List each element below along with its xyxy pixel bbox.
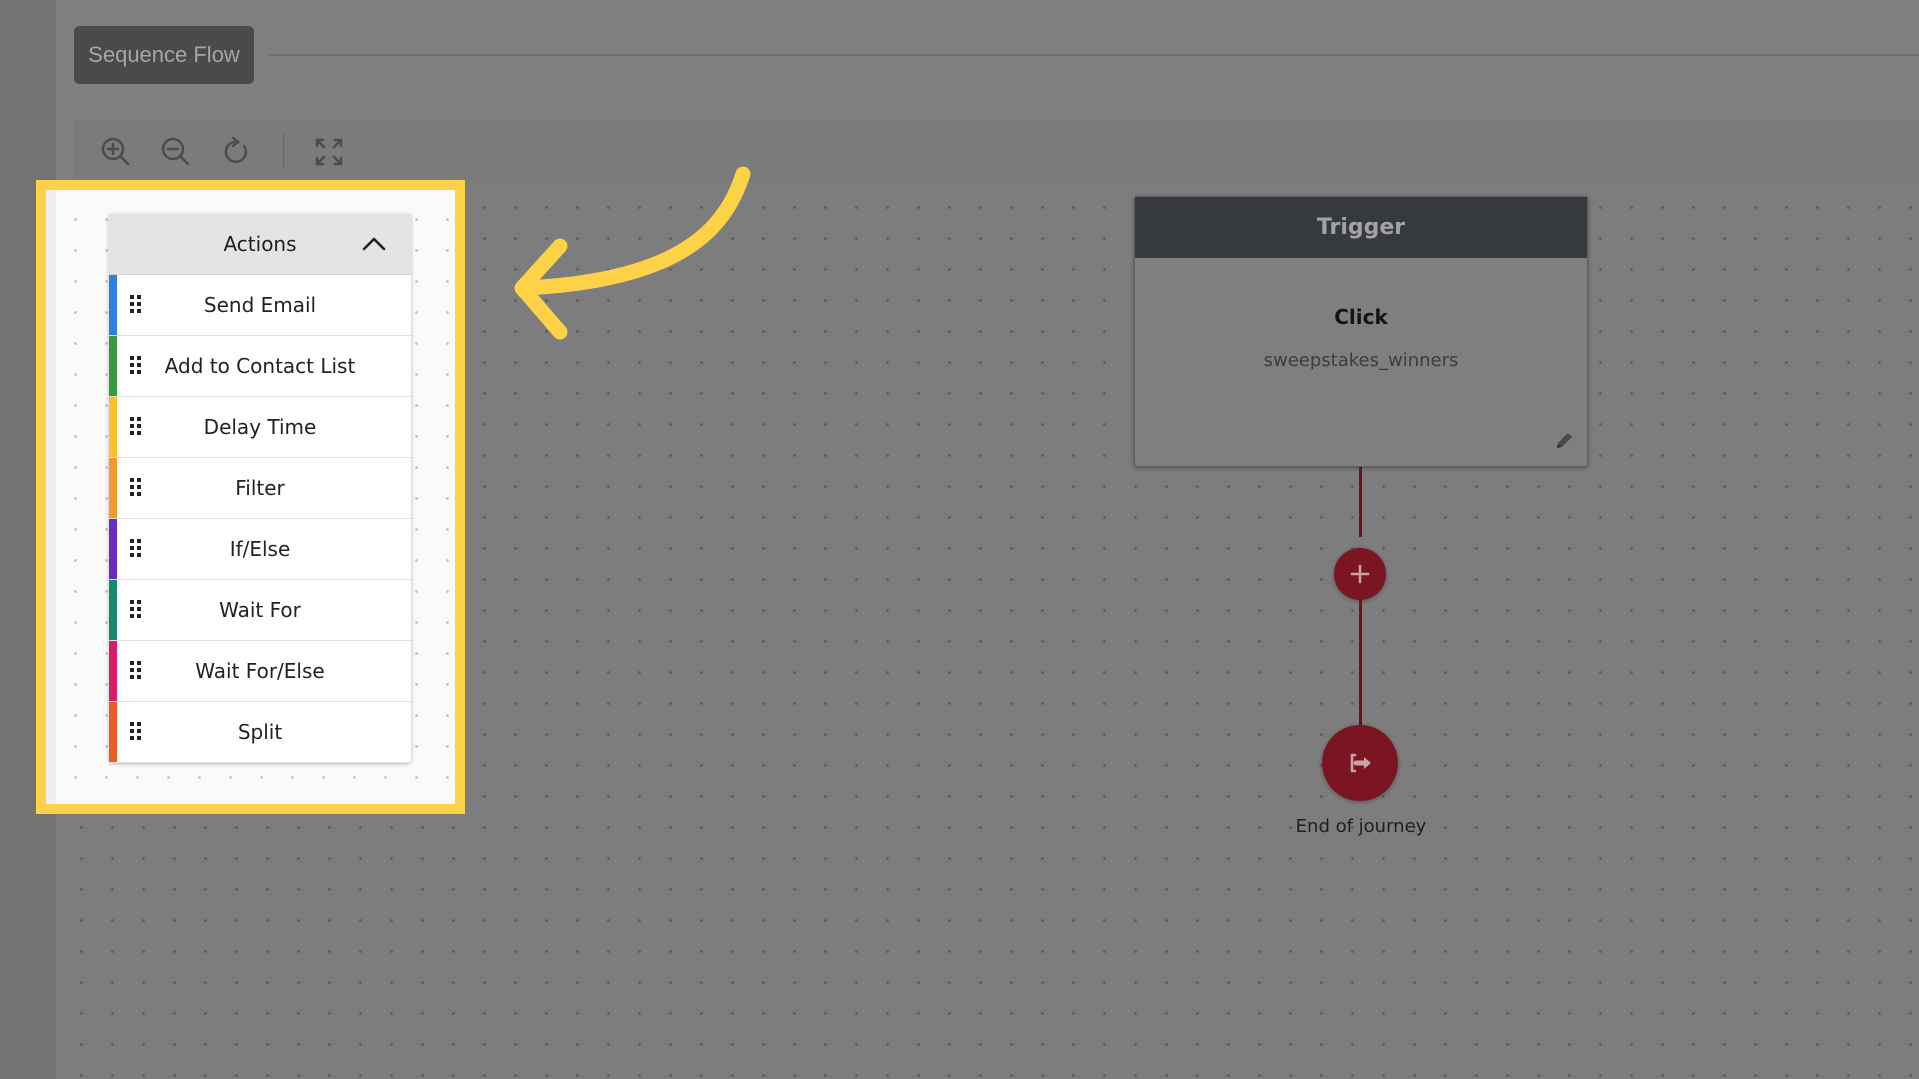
plus-icon <box>1350 564 1370 584</box>
actions-header[interactable]: Actions <box>109 214 411 275</box>
action-filter[interactable]: Filter <box>109 458 411 519</box>
action-wait-for-else[interactable]: Wait For/Else <box>109 641 411 702</box>
add-step-button[interactable] <box>1334 548 1386 600</box>
action-label: Filter <box>235 476 285 500</box>
action-label: Wait For/Else <box>195 659 325 683</box>
fullscreen-icon[interactable] <box>309 132 349 172</box>
action-delay-time[interactable]: Delay Time <box>109 397 411 458</box>
end-of-journey-node[interactable] <box>1322 725 1398 801</box>
actions-highlight: Actions Send Email Add to Contact List D… <box>36 180 465 814</box>
reset-rotate-icon[interactable] <box>217 132 257 172</box>
action-label: Wait For <box>219 598 301 622</box>
chevron-up-icon[interactable] <box>361 232 387 256</box>
tab-divider <box>268 54 1919 56</box>
action-if-else[interactable]: If/Else <box>109 519 411 580</box>
action-split[interactable]: Split <box>109 702 411 763</box>
action-send-email[interactable]: Send Email <box>109 275 411 336</box>
connector-line <box>1359 467 1362 537</box>
exit-icon <box>1350 753 1371 773</box>
end-of-journey-label: End of journey <box>1295 816 1427 837</box>
zoom-out-icon[interactable] <box>156 132 196 172</box>
panel-edge <box>46 190 56 804</box>
actions-panel: Actions Send Email Add to Contact List D… <box>109 214 411 763</box>
action-label: If/Else <box>229 537 291 561</box>
action-label: Add to Contact List <box>164 354 356 378</box>
pencil-icon[interactable] <box>1553 430 1575 452</box>
action-label: Send Email <box>203 293 317 317</box>
action-label: Delay Time <box>203 415 317 439</box>
annotation-arrow-icon <box>514 166 751 340</box>
action-add-to-contact-list[interactable]: Add to Contact List <box>109 336 411 397</box>
tab-sequence-flow[interactable]: Sequence Flow <box>74 26 254 84</box>
trigger-event: Click <box>1334 305 1388 329</box>
zoom-in-icon[interactable] <box>96 132 136 172</box>
canvas-toolbar <box>74 120 1919 182</box>
action-label: Split <box>237 720 283 744</box>
action-wait-for[interactable]: Wait For <box>109 580 411 641</box>
trigger-header: Trigger <box>1135 197 1587 258</box>
trigger-card[interactable]: Trigger Click sweepstakes_winners <box>1134 196 1588 467</box>
toolbar-separator <box>283 132 284 170</box>
trigger-name: sweepstakes_winners <box>1263 350 1459 371</box>
connector-line <box>1359 600 1362 727</box>
